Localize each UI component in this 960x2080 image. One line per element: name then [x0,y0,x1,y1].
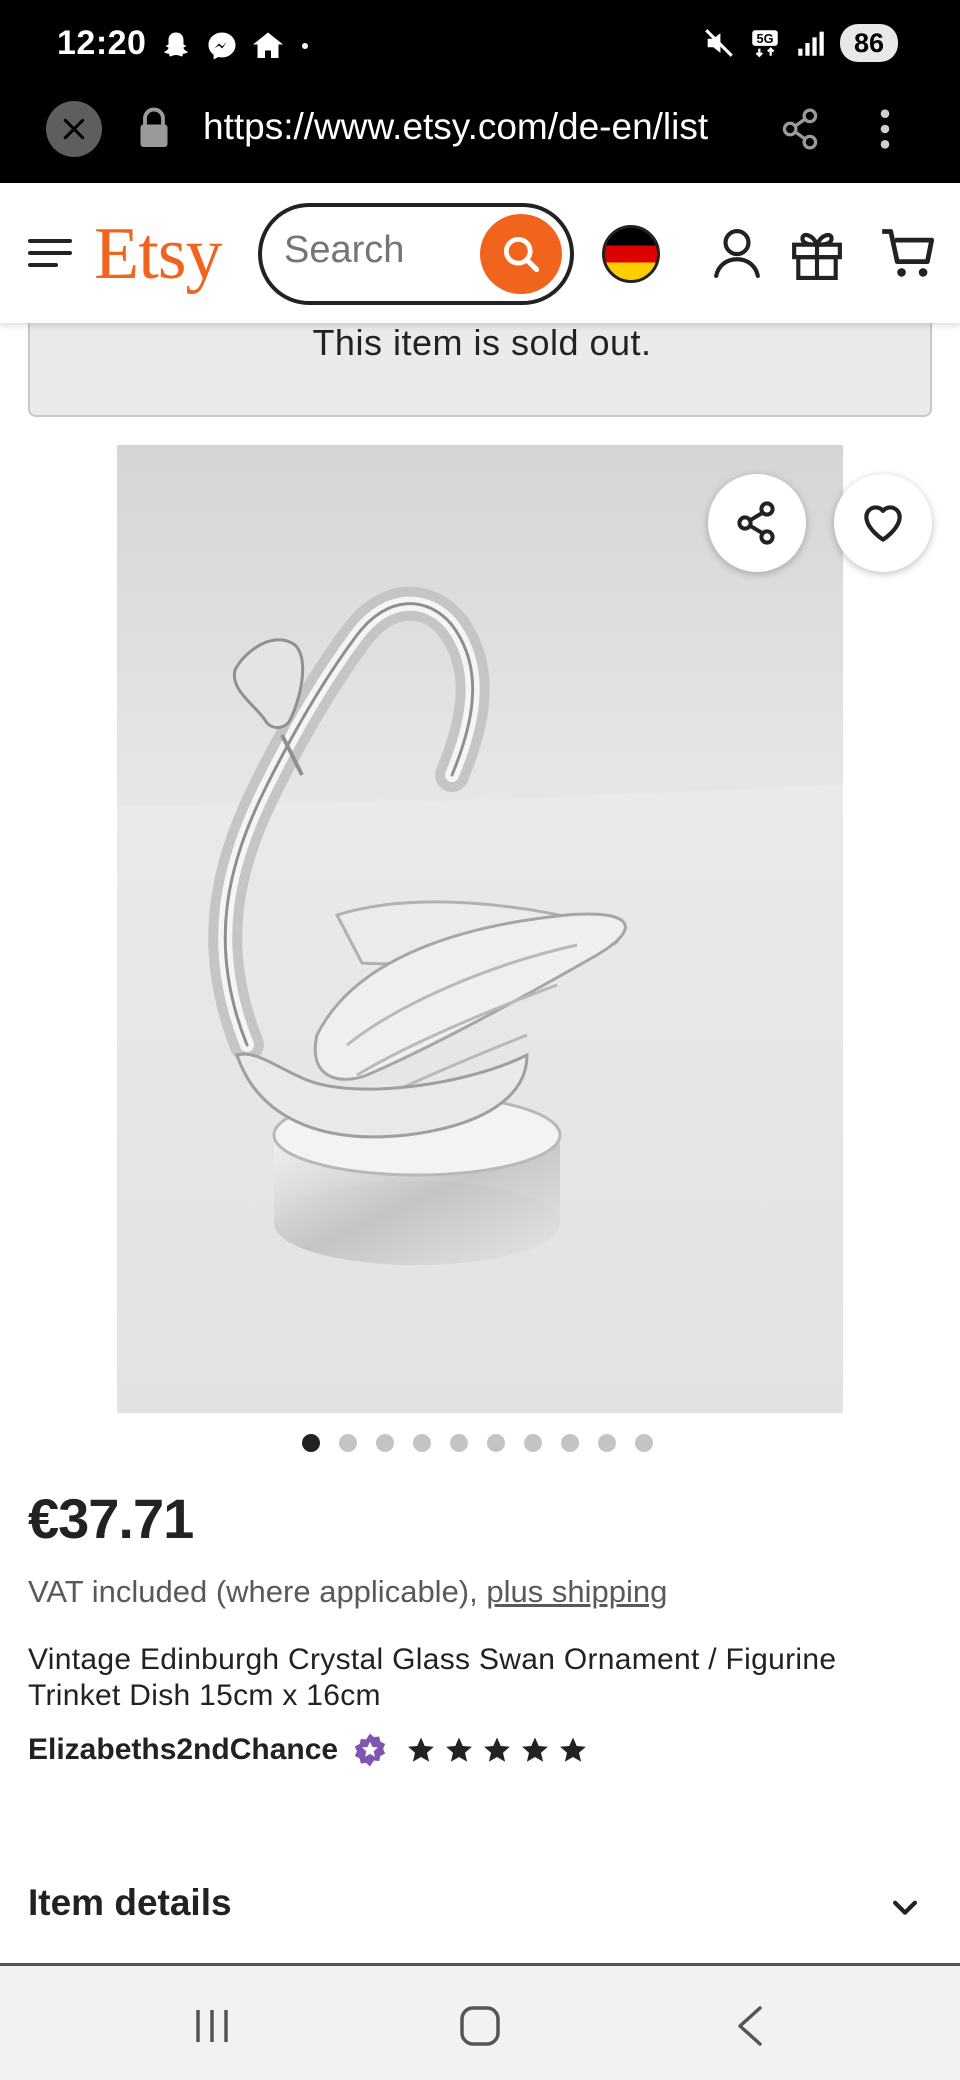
share-button[interactable] [708,474,806,572]
carousel-dot[interactable] [413,1434,431,1452]
flag-icon[interactable] [602,225,660,283]
url-text[interactable]: https://www.etsy.com/de-en/list [203,106,743,148]
system-navigation-bar [0,1966,960,2080]
carousel-dot[interactable] [598,1434,616,1452]
battery-indicator: 86 [840,24,898,62]
search-input[interactable] [284,229,464,272]
search-icon [503,236,540,273]
carousel-dot[interactable] [450,1434,468,1452]
carousel-dot[interactable] [524,1434,542,1452]
search-button[interactable] [480,214,562,294]
home-app-icon [253,32,283,58]
vat-text: VAT included (where applicable), [28,1574,487,1609]
account-icon[interactable] [712,225,762,281]
item-details-label: Item details [28,1882,232,1923]
cart-icon[interactable] [880,225,936,281]
chevron-down-icon [892,1900,918,1915]
star-icon [560,1737,586,1762]
status-bar: 12:20 5G 86 [0,0,960,92]
back-icon[interactable] [734,2004,766,2048]
vat-info: VAT included (where applicable), plus sh… [28,1574,667,1610]
carousel-dot[interactable] [635,1434,653,1452]
shipping-link[interactable]: plus shipping [486,1574,667,1609]
carousel-dot[interactable] [302,1434,320,1452]
item-details-toggle[interactable]: Item details [0,1868,960,1968]
more-options-icon[interactable] [870,106,900,152]
star-icon [522,1737,548,1762]
rating-stars[interactable] [406,1735,588,1765]
gift-icon[interactable] [790,225,844,281]
notification-icons [158,28,314,64]
share-icon [737,501,775,545]
shop-info: Elizabeths2ndChance [28,1732,588,1768]
snapchat-icon [164,32,188,57]
carousel-dot[interactable] [561,1434,579,1452]
swan-photo [117,445,843,1413]
mute-icon [705,29,733,57]
image-carousel-dots [302,1434,653,1452]
close-icon [63,118,85,140]
share-icon[interactable] [780,106,820,152]
carousel-dot[interactable] [376,1434,394,1452]
menu-icon[interactable] [28,235,74,271]
price: €37.71 [28,1487,194,1550]
home-icon[interactable] [458,2004,502,2048]
lock-icon [140,107,168,147]
carousel-dot[interactable] [339,1434,357,1452]
close-tab-button[interactable] [46,101,102,157]
messenger-icon [208,32,236,60]
star-icon [446,1737,472,1762]
browser-url-bar: https://www.etsy.com/de-en/list [0,92,960,183]
etsy-logo[interactable]: Etsy [94,217,223,291]
site-header: Etsy [0,183,960,323]
item-title: Vintage Edinburgh Crystal Glass Swan Orn… [28,1643,837,1712]
dot-icon [302,43,308,49]
star-seller-badge-icon [354,1733,386,1767]
carousel-dot[interactable] [487,1434,505,1452]
status-time: 12:20 [57,24,147,62]
sold-out-text: This item is sold out. [312,322,652,363]
5g-icon: 5G [752,30,778,58]
star-icon [408,1737,434,1762]
recent-apps-icon[interactable] [192,2006,232,2046]
search-box[interactable] [258,203,574,305]
system-status-icons: 5G 86 [702,24,898,62]
star-icon [484,1737,510,1762]
favorite-button[interactable] [834,474,932,572]
shop-name-link[interactable]: Elizabeths2ndChance [28,1733,338,1767]
signal-icon [798,31,824,56]
svg-text:5G: 5G [756,31,773,46]
product-image[interactable] [117,445,843,1413]
heart-icon [864,505,902,542]
